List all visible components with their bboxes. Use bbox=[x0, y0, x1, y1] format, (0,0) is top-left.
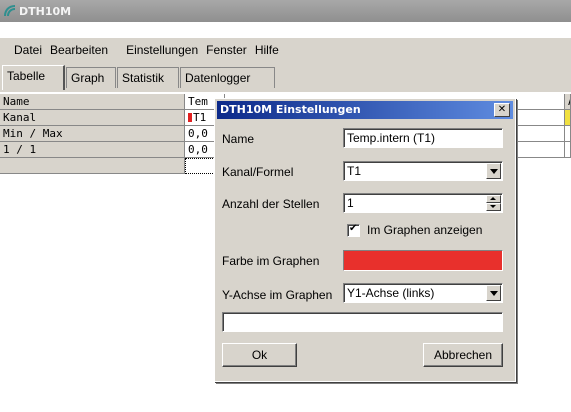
yaxis-label: Y-Achse im Graphen bbox=[222, 288, 333, 302]
tab-statistik[interactable]: Statistik bbox=[117, 67, 179, 88]
settings-dialog: DTH10M Einstellungen ✕ Name Temp.intern … bbox=[214, 98, 516, 382]
show-in-graph-checkbox[interactable] bbox=[347, 223, 360, 237]
right-col-cell-3: ( bbox=[565, 126, 571, 142]
right-col-cell-4: ( bbox=[565, 142, 571, 158]
right-col-cell-2 bbox=[565, 110, 571, 126]
row-header-minmax: Min / Max bbox=[0, 126, 185, 142]
menu-datei[interactable]: Datei bbox=[10, 43, 46, 57]
right-col-header: A bbox=[565, 94, 571, 110]
stellen-label: Anzahl der Stellen bbox=[222, 197, 320, 211]
show-in-graph-label[interactable]: Im Graphen anzeigen bbox=[367, 223, 482, 237]
chevron-down-icon[interactable] bbox=[486, 163, 501, 179]
stellen-value: 1 bbox=[347, 196, 354, 210]
channel-color-marker bbox=[188, 113, 192, 122]
cell-kanal-value: T1 bbox=[193, 111, 207, 124]
tab-strip: Tabelle Graph Statistik Datenlogger bbox=[0, 62, 571, 92]
row-header-empty bbox=[0, 158, 185, 174]
close-button[interactable]: ✕ bbox=[494, 103, 510, 117]
dialog-title: DTH10M Einstellungen bbox=[220, 103, 361, 116]
yaxis-select[interactable]: Y1-Achse (links) bbox=[343, 283, 503, 303]
menu-bearbeiten[interactable]: Bearbeiten bbox=[46, 43, 112, 57]
spin-up-icon[interactable] bbox=[486, 195, 501, 203]
spinner-buttons[interactable] bbox=[486, 195, 501, 211]
app-icon bbox=[4, 5, 16, 17]
row-header-name: Name bbox=[0, 94, 185, 110]
name-label: Name bbox=[222, 132, 255, 146]
menu-hilfe[interactable]: Hilfe bbox=[251, 43, 283, 57]
window-title: DTH10M bbox=[19, 4, 72, 18]
menu-einstellungen[interactable]: Einstellungen bbox=[122, 43, 202, 57]
stellen-spinner[interactable]: 1 bbox=[343, 193, 503, 213]
tab-graph[interactable]: Graph bbox=[66, 67, 116, 88]
color-label: Farbe im Graphen bbox=[222, 254, 320, 268]
row-header-kanal: Kanal bbox=[0, 110, 185, 126]
menu-fenster[interactable]: Fenster bbox=[202, 43, 251, 57]
color-swatch[interactable] bbox=[343, 250, 503, 271]
row-header-range: 1 / 1 bbox=[0, 142, 185, 158]
yaxis-select-value: Y1-Achse (links) bbox=[347, 286, 435, 300]
spin-down-icon[interactable] bbox=[486, 203, 501, 211]
chevron-down-icon[interactable] bbox=[486, 285, 501, 301]
cancel-button[interactable]: Abbrechen bbox=[423, 343, 503, 367]
menubar: Datei Bearbeiten Einstellungen Fenster H… bbox=[0, 38, 571, 62]
formula-field[interactable] bbox=[222, 312, 503, 332]
tab-datenlogger[interactable]: Datenlogger bbox=[180, 67, 275, 88]
name-field[interactable]: Temp.intern (T1) bbox=[343, 128, 503, 148]
kanal-select[interactable]: T1 bbox=[343, 161, 503, 181]
dialog-titlebar: DTH10M Einstellungen ✕ bbox=[217, 101, 513, 119]
tab-tabelle[interactable]: Tabelle bbox=[2, 65, 65, 90]
kanal-label: Kanal/Formel bbox=[222, 165, 294, 179]
ok-button[interactable]: Ok bbox=[222, 343, 297, 367]
kanal-select-value: T1 bbox=[347, 164, 362, 178]
window-titlebar: DTH10M bbox=[0, 0, 571, 22]
